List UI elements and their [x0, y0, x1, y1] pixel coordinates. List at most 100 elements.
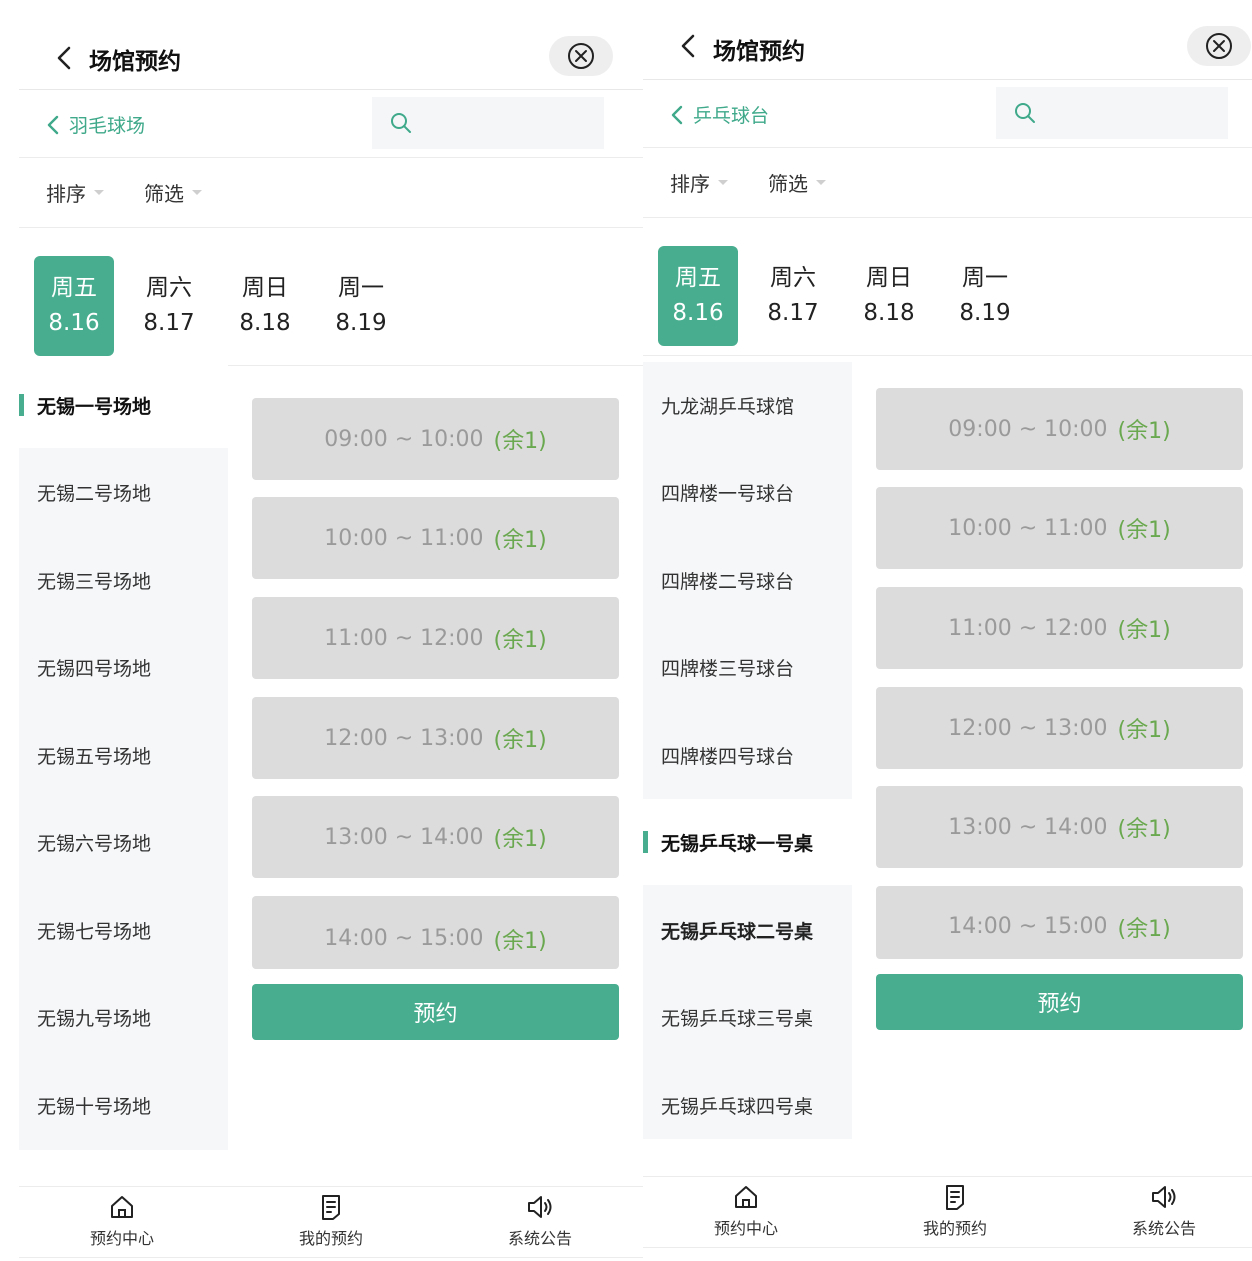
date-tab-0[interactable]: 周五 8.16	[658, 246, 738, 346]
weekday: 周六	[146, 275, 192, 301]
venue-item[interactable]: 无锡乒乓球二号桌	[643, 887, 852, 973]
venue-item[interactable]: 无锡六号场地	[19, 799, 228, 885]
date-tab-2[interactable]: 周日 8.18	[849, 246, 929, 346]
sort-dropdown[interactable]: 排序	[46, 178, 104, 207]
date-tab-2[interactable]: 周日 8.18	[225, 256, 305, 356]
venue-item[interactable]: 九龙湖乒乓球馆	[643, 362, 852, 448]
search-input[interactable]	[372, 97, 604, 149]
sort-label: 排序	[670, 172, 710, 196]
weekday: 周一	[338, 275, 384, 301]
slot-time: 11:00 ~ 12:00	[948, 615, 1108, 641]
tab-my-bookings[interactable]: 我的预约	[900, 1183, 1010, 1239]
category-label: 羽毛球场	[69, 115, 146, 137]
filter-dropdown[interactable]: 筛选	[768, 168, 826, 197]
tab-label: 我的预约	[922, 1219, 987, 1238]
time-slot[interactable]: 12:00 ~ 13:00 (余1)	[252, 697, 619, 779]
close-button[interactable]	[549, 36, 613, 76]
page-title: 场馆预约	[89, 49, 181, 75]
slot-remain: (余1)	[1117, 518, 1171, 543]
time-slot[interactable]: 14:00 ~ 15:00 (余1)	[876, 886, 1243, 959]
time-slot[interactable]: 11:00 ~ 12:00 (余1)	[876, 587, 1243, 669]
tab-announcements[interactable]: 系统公告	[485, 1193, 595, 1249]
search-icon	[391, 113, 411, 133]
venue-item[interactable]: 无锡乒乓球一号桌	[643, 799, 852, 885]
chevron-left-icon	[671, 105, 683, 124]
speaker-icon	[528, 1196, 552, 1218]
close-button[interactable]	[1187, 26, 1251, 66]
sort-dropdown[interactable]: 排序	[670, 168, 728, 197]
venue-item[interactable]: 无锡乒乓球四号桌	[643, 1062, 852, 1148]
home-icon	[111, 1196, 133, 1218]
slot-time: 12:00 ~ 13:00	[324, 725, 484, 751]
date: 8.18	[863, 300, 915, 326]
time-slot[interactable]: 13:00 ~ 14:00 (余1)	[252, 796, 619, 878]
time-slot[interactable]: 11:00 ~ 12:00 (余1)	[252, 597, 619, 679]
slot-time: 13:00 ~ 14:00	[948, 814, 1108, 840]
time-slot[interactable]: 12:00 ~ 13:00 (余1)	[876, 687, 1243, 769]
caret-down-icon	[718, 180, 728, 185]
venue-item[interactable]: 无锡乒乓球三号桌	[643, 974, 852, 1060]
tab-booking-center[interactable]: 预约中心	[67, 1193, 177, 1249]
venue-item[interactable]: 四牌楼二号球台	[643, 537, 852, 623]
slot-remain: (余1)	[1117, 916, 1171, 942]
venue-item[interactable]: 四牌楼三号球台	[643, 624, 852, 710]
time-slot[interactable]: 13:00 ~ 14:00 (余1)	[876, 786, 1243, 868]
date: 8.18	[239, 310, 291, 336]
venue-item[interactable]: 无锡三号场地	[19, 537, 228, 623]
book-button[interactable]: 预约	[876, 974, 1243, 1030]
sort-label: 排序	[46, 182, 86, 206]
venue-item[interactable]: 无锡五号场地	[19, 712, 228, 798]
time-slot[interactable]: 09:00 ~ 10:00 (余1)	[876, 388, 1243, 470]
slot-remain: (余1)	[493, 528, 547, 553]
tab-my-bookings[interactable]: 我的预约	[276, 1193, 386, 1249]
slot-remain: (余1)	[493, 827, 547, 852]
caret-down-icon	[816, 180, 826, 185]
filter-row: 排序 筛选	[19, 158, 643, 228]
caret-down-icon	[94, 190, 104, 195]
breadcrumb[interactable]: 羽毛球场	[47, 111, 145, 138]
header: 场馆预约	[643, 0, 1252, 80]
venue-item[interactable]: 无锡七号场地	[19, 887, 228, 973]
weekday: 周一	[962, 265, 1008, 291]
header: 场馆预约	[19, 10, 643, 90]
venue-item[interactable]: 无锡四号场地	[19, 624, 228, 710]
category-label: 乒乓球台	[693, 105, 770, 127]
slot-remain: (余1)	[1117, 618, 1171, 643]
slot-remain: (余1)	[1117, 419, 1171, 444]
date-tab-3[interactable]: 周一 8.19	[945, 246, 1025, 346]
book-button[interactable]: 预约	[252, 984, 619, 1040]
back-arrow-icon[interactable]	[677, 32, 701, 60]
breadcrumb[interactable]: 乒乓球台	[671, 101, 769, 128]
back-arrow-icon[interactable]	[53, 44, 77, 72]
badminton-booking-screen: 场馆预约 羽毛球场 排序 筛选 周五 8.16 周六 8.17 周日 8.18 周一 8…	[19, 0, 643, 1261]
date-tab-0[interactable]: 周五 8.16	[34, 256, 114, 356]
filter-dropdown[interactable]: 筛选	[144, 178, 202, 207]
venue-item[interactable]: 无锡一号场地	[19, 362, 228, 448]
date-tab-3[interactable]: 周一 8.19	[321, 256, 401, 356]
date-tab-1[interactable]: 周六 8.17	[129, 256, 209, 356]
slot-time: 10:00 ~ 11:00	[948, 515, 1108, 541]
weekday: 周六	[770, 265, 816, 291]
filter-row: 排序 筛选	[643, 148, 1252, 218]
tab-announcements[interactable]: 系统公告	[1109, 1183, 1219, 1239]
slot-time: 10:00 ~ 11:00	[324, 525, 484, 551]
slot-remain: (余1)	[1117, 718, 1171, 743]
venue-item[interactable]: 无锡十号场地	[19, 1062, 228, 1148]
venue-item[interactable]: 无锡二号场地	[19, 449, 228, 535]
venue-item[interactable]: 四牌楼一号球台	[643, 449, 852, 535]
venue-item[interactable]: 四牌楼四号球台	[643, 712, 852, 798]
filter-label: 筛选	[768, 172, 808, 196]
slot-time: 13:00 ~ 14:00	[324, 824, 484, 850]
venue-item[interactable]: 无锡九号场地	[19, 974, 228, 1060]
date-tab-1[interactable]: 周六 8.17	[753, 246, 833, 346]
time-slot[interactable]: 10:00 ~ 11:00 (余1)	[876, 487, 1243, 569]
tab-booking-center[interactable]: 预约中心	[691, 1183, 801, 1239]
speaker-icon	[1152, 1186, 1176, 1208]
time-slot[interactable]: 09:00 ~ 10:00 (余1)	[252, 398, 619, 480]
page-title: 场馆预约	[713, 39, 805, 65]
time-slot[interactable]: 10:00 ~ 11:00 (余1)	[252, 497, 619, 579]
time-slot[interactable]: 14:00 ~ 15:00 (余1)	[252, 896, 619, 969]
search-input[interactable]	[996, 87, 1228, 139]
date: 8.19	[959, 300, 1011, 326]
tab-label: 系统公告	[1131, 1219, 1196, 1238]
